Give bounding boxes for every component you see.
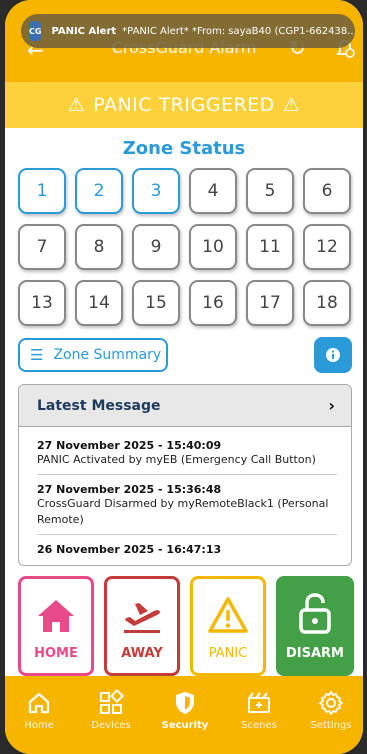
home-mode-label: HOME	[34, 646, 78, 661]
unlock-icon	[299, 593, 331, 634]
zone-button-7[interactable]: 7	[18, 224, 66, 270]
home-icon	[28, 692, 50, 714]
alert-banner-text: PANIC TRIGGERED	[93, 94, 275, 116]
tab-label: Devices	[91, 720, 131, 731]
zone-summary-label: Zone Summary	[53, 347, 162, 363]
tab-scenes[interactable]: Scenes	[229, 690, 289, 731]
tab-label: Scenes	[241, 720, 277, 731]
tab-settings[interactable]: Settings	[301, 690, 361, 731]
warning-icon: ⚠	[67, 94, 86, 116]
mode-actions: HOME AWAY PANIC DISARM	[18, 576, 354, 676]
tab-security[interactable]: Security	[155, 690, 215, 731]
zone-button-6[interactable]: 6	[303, 168, 351, 214]
disarm-button[interactable]: DISARM	[276, 576, 354, 676]
app-screen: ← CrossGuard Alarm ↻ CG PANIC Alert *PAN…	[5, 0, 363, 754]
zone-button-15[interactable]: 15	[132, 280, 180, 326]
disarm-label: DISARM	[286, 646, 344, 661]
warning-icon: ⚠	[282, 94, 301, 116]
zone-button-12[interactable]: 12	[303, 224, 351, 270]
message-date: 27 November 2025 - 15:36:48	[37, 482, 222, 496]
latest-message-title: Latest Message	[37, 397, 161, 414]
tab-label: Security	[161, 720, 209, 731]
tab-label: Home	[24, 720, 54, 731]
panic-button[interactable]: PANIC	[190, 576, 266, 676]
zone-button-5[interactable]: 5	[246, 168, 294, 214]
shield-icon	[176, 692, 194, 714]
latest-message-panel: Latest Message › 27 November 2025 - 15:4…	[18, 384, 352, 566]
zone-button-11[interactable]: 11	[246, 224, 294, 270]
tab-devices[interactable]: Devices	[81, 690, 141, 731]
away-mode-label: AWAY	[121, 646, 163, 661]
away-mode-button[interactable]: AWAY	[104, 576, 180, 676]
notification-title: PANIC Alert	[51, 25, 117, 37]
bottom-tab-bar: Home Devices Security Scenes Settings	[5, 676, 363, 754]
zone-button-4[interactable]: 4	[189, 168, 237, 214]
zone-button-1[interactable]: 1	[18, 168, 66, 214]
zone-button-13[interactable]: 13	[18, 280, 66, 326]
message-date: 27 November 2025 - 15:40:09	[37, 439, 222, 452]
alert-banner: ⚠ PANIC TRIGGERED ⚠	[5, 82, 363, 128]
zone-button-2[interactable]: 2	[75, 168, 123, 214]
zone-summary-button[interactable]: ☰ Zone Summary	[18, 338, 168, 372]
tab-label: Settings	[310, 720, 352, 731]
home-mode-button[interactable]: HOME	[18, 576, 94, 676]
panic-label: PANIC	[208, 646, 248, 661]
list-item: 26 November 2025 - 16:47:13	[37, 539, 337, 562]
chevron-right-icon[interactable]: ›	[328, 396, 335, 415]
devices-icon	[100, 690, 124, 714]
app-icon: CG	[29, 21, 42, 41]
list-item: 27 November 2025 - 15:40:09 PANIC Activa…	[37, 435, 337, 475]
zone-button-9[interactable]: 9	[132, 224, 180, 270]
info-button[interactable]	[314, 337, 352, 373]
message-text: PANIC Activated by myEB (Emergency Call …	[37, 453, 316, 466]
zone-button-17[interactable]: 17	[246, 280, 294, 326]
zone-button-8[interactable]: 8	[75, 224, 123, 270]
warning-triangle-icon	[208, 597, 248, 633]
zone-button-3[interactable]: 3	[132, 168, 180, 214]
home-icon	[38, 600, 74, 632]
zone-button-14[interactable]: 14	[75, 280, 123, 326]
list-icon: ☰	[30, 346, 44, 364]
message-list: 27 November 2025 - 15:40:09 PANIC Activa…	[19, 427, 351, 562]
push-notification[interactable]: CG PANIC Alert *PANIC Alert* *From: saya…	[21, 14, 355, 48]
airplane-departure-icon	[124, 603, 160, 633]
gear-icon	[319, 691, 343, 715]
message-date: 26 November 2025 - 16:47:13	[37, 542, 222, 556]
latest-message-header[interactable]: Latest Message ›	[19, 385, 351, 427]
list-item: 27 November 2025 - 15:36:48 CrossGuard D…	[37, 479, 337, 535]
zone-button-10[interactable]: 10	[189, 224, 237, 270]
zone-button-18[interactable]: 18	[303, 280, 351, 326]
tab-home[interactable]: Home	[9, 690, 69, 731]
zone-status-title: Zone Status	[122, 138, 246, 159]
scenes-icon	[248, 692, 270, 713]
info-icon	[326, 348, 340, 362]
message-text: CrossGuard Disarmed by myRemoteBlack1 (P…	[37, 496, 329, 526]
zone-button-16[interactable]: 16	[189, 280, 237, 326]
notification-body: *PANIC Alert* *From: sayaB40 (CGP1-66243…	[122, 25, 355, 37]
